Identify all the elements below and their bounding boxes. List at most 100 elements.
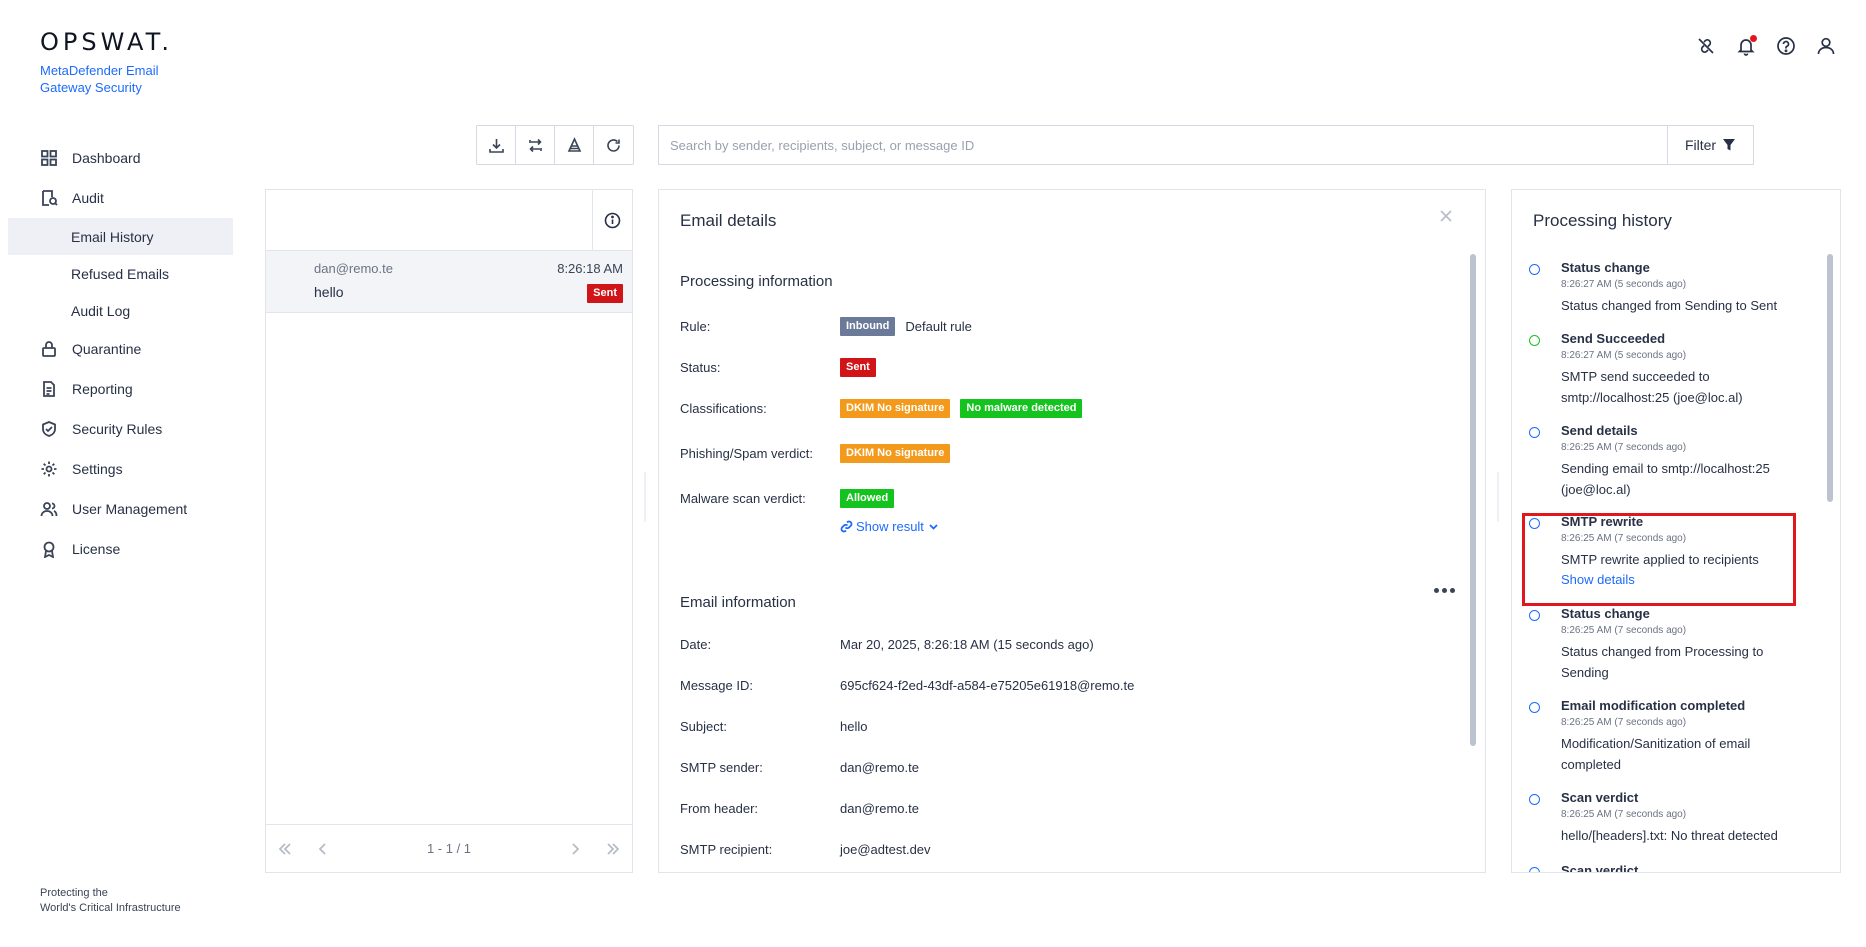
chevron-down-icon	[929, 524, 938, 530]
status-badge: Sent	[840, 358, 876, 377]
email-details-panel: Email details Processing information Rul…	[658, 189, 1486, 873]
section-title: Email information	[680, 594, 796, 611]
link-icon	[840, 520, 853, 533]
subject-row: Subject: hello	[680, 719, 868, 734]
email-list-panel: dan@remo.te 8:26:18 AM hello Sent 1 - 1 …	[265, 189, 633, 873]
users-icon	[40, 500, 58, 518]
scrollbar[interactable]	[1827, 254, 1833, 502]
sidebar-item-security-rules[interactable]: Security Rules	[8, 409, 233, 449]
timeline-dot	[1529, 794, 1540, 805]
close-button[interactable]	[1439, 209, 1455, 225]
list-item[interactable]: dan@remo.te 8:26:18 AM hello Sent	[266, 251, 632, 313]
classifications-row: Classifications: DKIM No signature No ma…	[680, 399, 1083, 418]
double-chevron-left-icon	[278, 842, 291, 855]
clean-button[interactable]	[555, 126, 594, 164]
phishing-row: Phishing/Spam verdict: DKIM No signature	[680, 444, 951, 463]
refresh-button[interactable]	[594, 126, 633, 164]
document-icon	[40, 380, 58, 398]
sidebar-item-label: Dashboard	[72, 150, 141, 166]
unlink-icon[interactable]	[1696, 36, 1716, 56]
rule-row: Rule: Inbound Default rule	[680, 317, 972, 336]
clean-icon	[567, 136, 581, 152]
processing-history-panel: Processing history Status change 8:26:27…	[1511, 189, 1841, 873]
next-page-button[interactable]	[556, 841, 594, 857]
info-icon	[604, 212, 621, 228]
pagination: 1 - 1 / 1	[266, 824, 632, 872]
sidebar-item-audit[interactable]: Audit	[8, 178, 233, 218]
resend-button[interactable]	[516, 126, 555, 164]
search-input[interactable]	[659, 126, 1667, 164]
status-badge: Sent	[587, 284, 623, 303]
sidebar-item-dashboard[interactable]: Dashboard	[8, 138, 233, 178]
sidebar-item-license[interactable]: License	[8, 529, 233, 569]
shield-check-icon	[40, 420, 58, 438]
sidebar-item-email-history[interactable]: Email History	[8, 218, 233, 255]
page-count: 1 - 1 / 1	[426, 841, 472, 856]
last-page-button[interactable]	[594, 841, 632, 857]
sidebar-item-label: License	[72, 541, 121, 557]
sidebar-item-refused-emails[interactable]: Refused Emails	[8, 255, 233, 292]
more-options-button[interactable]	[1434, 588, 1455, 593]
timeline-dot	[1529, 610, 1540, 621]
user-icon[interactable]	[1816, 36, 1836, 56]
email-time: 8:26:18 AM	[557, 261, 623, 276]
sidebar-item-reporting[interactable]: Reporting	[8, 369, 233, 409]
smtp-recipient-row: SMTP recipient: joe@adtest.dev	[680, 842, 931, 857]
filter-icon	[1723, 139, 1736, 151]
resize-handle[interactable]	[644, 472, 646, 522]
message-id-row: Message ID: 695cf624-f2ed-43df-a584-e752…	[680, 678, 1135, 693]
sidebar-item-quarantine[interactable]: Quarantine	[8, 329, 233, 369]
timeline-dot	[1529, 427, 1540, 438]
notification-dot	[1750, 35, 1757, 42]
malware-badge: No malware detected	[960, 399, 1083, 418]
smtp-sender-row: SMTP sender: dan@remo.te	[680, 760, 919, 775]
resize-handle[interactable]	[1497, 472, 1499, 522]
filter-button[interactable]: Filter	[1667, 126, 1753, 164]
show-result-link[interactable]: Show result	[840, 519, 940, 534]
sidebar-nav: Dashboard Audit Email History Refused Em…	[8, 138, 233, 569]
prev-page-button[interactable]	[304, 841, 342, 857]
header-actions	[1696, 35, 1836, 56]
list-header	[266, 190, 632, 251]
refresh-icon	[607, 138, 620, 152]
download-button[interactable]	[477, 126, 516, 164]
sidebar-item-audit-log[interactable]: Audit Log	[8, 292, 233, 329]
status-row: Status: Sent	[680, 358, 876, 377]
product-name: MetaDefender Email Gateway Security	[40, 63, 159, 95]
sidebar-item-label: Audit	[72, 190, 104, 206]
info-button[interactable]	[592, 190, 632, 250]
panel-title: Processing history	[1533, 211, 1672, 230]
from-header-row: From header: dan@remo.te	[680, 801, 919, 816]
rule-value: Default rule	[905, 319, 972, 334]
timeline-dot	[1529, 518, 1540, 529]
sidebar-item-label: Quarantine	[72, 341, 142, 357]
first-page-button[interactable]	[266, 841, 304, 857]
timeline-dot	[1529, 867, 1540, 872]
opswat-logo: OPSWAT.	[40, 28, 174, 56]
search-bar: Filter	[658, 125, 1754, 165]
sidebar-item-user-management[interactable]: User Management	[8, 489, 233, 529]
help-icon[interactable]	[1776, 36, 1796, 56]
brand-logo[interactable]: OPSWAT. MetaDefender Email Gateway Secur…	[40, 28, 180, 96]
chevron-left-icon	[318, 842, 326, 855]
sidebar-item-label: Reporting	[72, 381, 133, 397]
sidebar-item-label: User Management	[72, 501, 188, 517]
sidebar-item-label: Security Rules	[72, 421, 163, 437]
bell-icon[interactable]	[1736, 35, 1757, 56]
panel-title: Email details	[680, 211, 777, 230]
email-sender: dan@remo.te	[314, 261, 393, 276]
gear-icon	[40, 460, 58, 478]
close-icon	[1440, 210, 1452, 222]
date-row: Date: Mar 20, 2025, 8:26:18 AM (15 secon…	[680, 637, 1094, 652]
allowed-badge: Allowed	[840, 489, 895, 508]
award-icon	[40, 540, 58, 558]
grid-icon	[40, 149, 58, 167]
dkim-badge: DKIM No signature	[840, 399, 951, 418]
show-details-link[interactable]: Show details	[1561, 572, 1635, 587]
download-icon	[488, 138, 504, 153]
tagline: Protecting the World's Critical Infrastr…	[40, 887, 181, 914]
audit-icon	[40, 189, 58, 207]
sidebar-item-settings[interactable]: Settings	[8, 449, 233, 489]
timeline-dot	[1529, 264, 1540, 275]
scrollbar[interactable]	[1470, 254, 1476, 746]
